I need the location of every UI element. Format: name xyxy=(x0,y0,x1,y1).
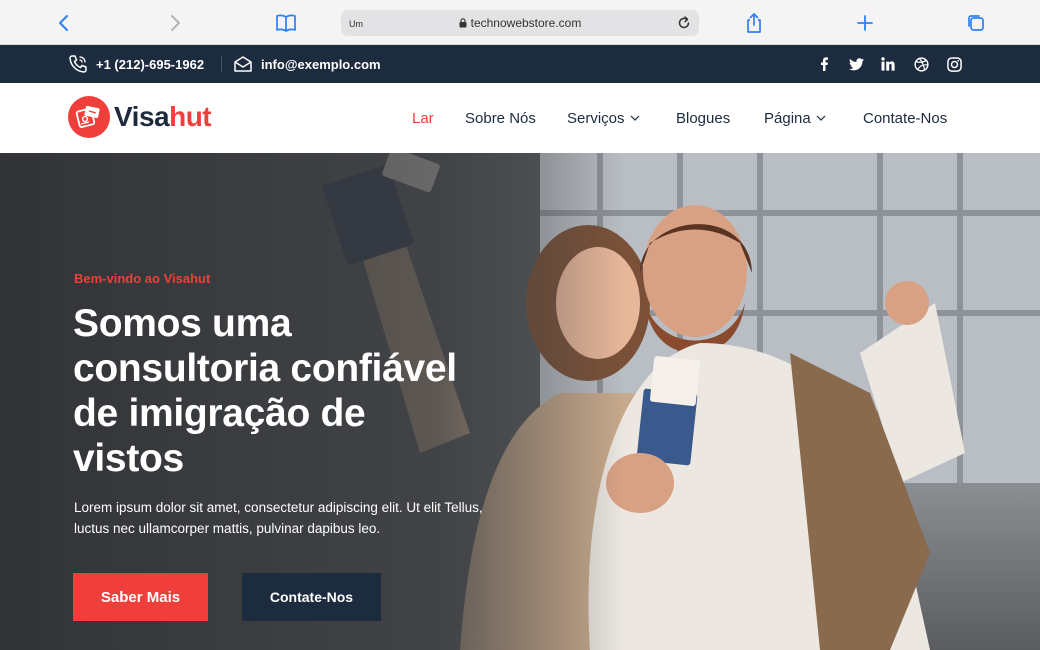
nav-item-blogues[interactable]: Blogues xyxy=(676,83,730,153)
main-navbar: Visahut Lar Sobre Nós Serviços Blogues P… xyxy=(0,83,1040,153)
nav-item-contate-nos[interactable]: Contate-Nos xyxy=(863,83,947,153)
lock-icon xyxy=(459,18,467,28)
chevron-down-icon xyxy=(816,115,826,121)
reload-icon[interactable] xyxy=(675,14,693,32)
address-bar[interactable]: Um technowebstore.com xyxy=(341,10,699,36)
hero-title: Somos uma consultoria confiável de imigr… xyxy=(73,302,457,480)
email-contact[interactable]: info@exemplo.com xyxy=(233,45,381,83)
hero-description: Lorem ipsum dolor sit amet, consectetur … xyxy=(74,500,483,536)
visa-passport-logo-icon xyxy=(68,96,110,138)
tabs-icon[interactable] xyxy=(962,9,990,37)
browser-toolbar: Um technowebstore.com xyxy=(0,0,1040,45)
phone-number: +1 (212)-695-1962 xyxy=(96,56,205,72)
top-info-bar: +1 (212)-695-1962 info@exemplo.com xyxy=(0,45,1040,83)
url-text: technowebstore.com xyxy=(470,16,582,30)
bookmarks-icon[interactable] xyxy=(272,9,300,37)
hero-kicker: Bem-vindo ao Visahut xyxy=(74,271,211,286)
divider xyxy=(221,56,222,72)
hero-section: Bem-vindo ao Visahut Somos uma consultor… xyxy=(0,153,1040,650)
share-icon[interactable] xyxy=(740,9,768,37)
contate-nos-button[interactable]: Contate-Nos xyxy=(242,573,381,621)
forward-icon[interactable] xyxy=(161,9,189,37)
dribbble-icon[interactable] xyxy=(910,45,932,83)
back-icon[interactable] xyxy=(50,9,78,37)
nav-item-sobre-nos[interactable]: Sobre Nós xyxy=(465,83,536,153)
new-tab-icon[interactable] xyxy=(851,9,879,37)
chevron-down-icon xyxy=(630,115,639,121)
brand-logo[interactable]: Visahut xyxy=(68,96,212,138)
email-icon xyxy=(234,56,252,72)
twitter-icon[interactable] xyxy=(845,45,867,83)
nav-item-servicos[interactable]: Serviços xyxy=(567,83,640,153)
brand-name: Visahut xyxy=(114,101,212,132)
nav-item-lar[interactable]: Lar xyxy=(412,83,434,153)
facebook-icon[interactable] xyxy=(813,45,835,83)
saber-mais-button[interactable]: Saber Mais xyxy=(73,573,208,621)
phone-icon xyxy=(69,55,87,73)
email-address: info@exemplo.com xyxy=(261,56,381,72)
linkedin-icon[interactable] xyxy=(877,45,899,83)
instagram-icon[interactable] xyxy=(943,45,965,83)
nav-item-pagina[interactable]: Página xyxy=(764,83,826,153)
phone-contact[interactable]: +1 (212)-695-1962 xyxy=(68,45,204,83)
